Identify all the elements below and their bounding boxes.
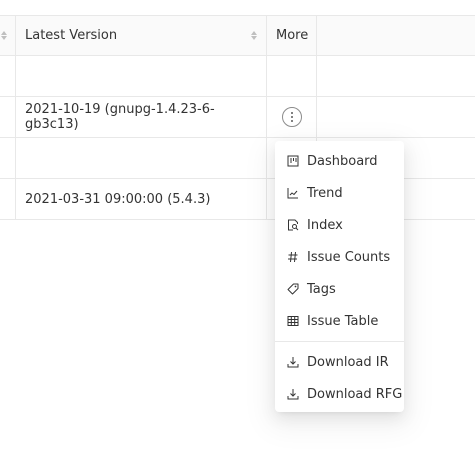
more-options-button[interactable]	[281, 107, 302, 127]
table-cell	[0, 138, 16, 178]
tag-icon	[287, 283, 299, 295]
sort-icon[interactable]	[1, 31, 7, 40]
menu-item-label: Issue Counts	[307, 249, 391, 265]
menu-item-dashboard[interactable]: Dashboard	[275, 145, 404, 177]
download-icon	[287, 388, 299, 400]
latest-version-text: 2021-10-19 (gnupg-1.4.23-6-gb3c13)	[25, 102, 215, 132]
table-icon	[287, 315, 299, 327]
header-cell-partial[interactable]	[0, 16, 16, 55]
menu-item-label: Download IR	[307, 354, 389, 370]
latest-version-cell: 2021-03-31 09:00:00 (5.4.3)	[16, 179, 267, 219]
header-cell-latest-version[interactable]: Latest Version	[16, 16, 267, 55]
table-cell	[0, 56, 16, 96]
menu-item-download-ir[interactable]: Download IR	[275, 346, 404, 378]
menu-item-label: Index	[307, 217, 343, 233]
latest-version-cell: 2021-10-19 (gnupg-1.4.23-6-gb3c13)	[16, 97, 267, 137]
column-title: Latest Version	[25, 28, 118, 43]
table-cell	[0, 179, 16, 219]
menu-divider	[275, 341, 404, 342]
table-cell	[0, 97, 16, 137]
menu-item-label: Dashboard	[307, 153, 378, 169]
dashboard-icon	[287, 155, 299, 167]
download-icon	[287, 356, 299, 368]
menu-item-tags[interactable]: Tags	[275, 273, 404, 305]
menu-item-label: Download RFG	[307, 386, 403, 402]
menu-item-issue-table[interactable]: Issue Table	[275, 305, 404, 337]
menu-item-download-rfg[interactable]: Download RFG	[275, 378, 404, 410]
table-header: Latest Version More	[0, 15, 475, 56]
menu-item-label: Tags	[307, 281, 336, 297]
more-dropdown-menu: Dashboard Trend Index Issue Counts Tags …	[275, 141, 404, 412]
more-cell	[267, 97, 317, 137]
line-chart-icon	[287, 187, 299, 199]
menu-item-label: Trend	[307, 185, 343, 201]
latest-version-text: 2021-03-31 09:00:00 (5.4.3)	[25, 191, 211, 207]
column-title: More	[276, 28, 309, 43]
latest-version-cell	[16, 138, 267, 178]
menu-item-issue-counts[interactable]: Issue Counts	[275, 241, 404, 273]
table-row	[0, 56, 475, 97]
latest-version-cell	[16, 56, 267, 96]
sort-icon[interactable]	[251, 31, 257, 40]
menu-item-label: Issue Table	[307, 313, 379, 329]
header-cell-more: More	[267, 16, 317, 55]
number-icon	[287, 251, 299, 263]
menu-item-index[interactable]: Index	[275, 209, 404, 241]
menu-item-trend[interactable]: Trend	[275, 177, 404, 209]
file-search-icon	[287, 219, 299, 231]
table-row: 2021-10-19 (gnupg-1.4.23-6-gb3c13)	[0, 97, 475, 138]
more-cell	[267, 56, 317, 96]
